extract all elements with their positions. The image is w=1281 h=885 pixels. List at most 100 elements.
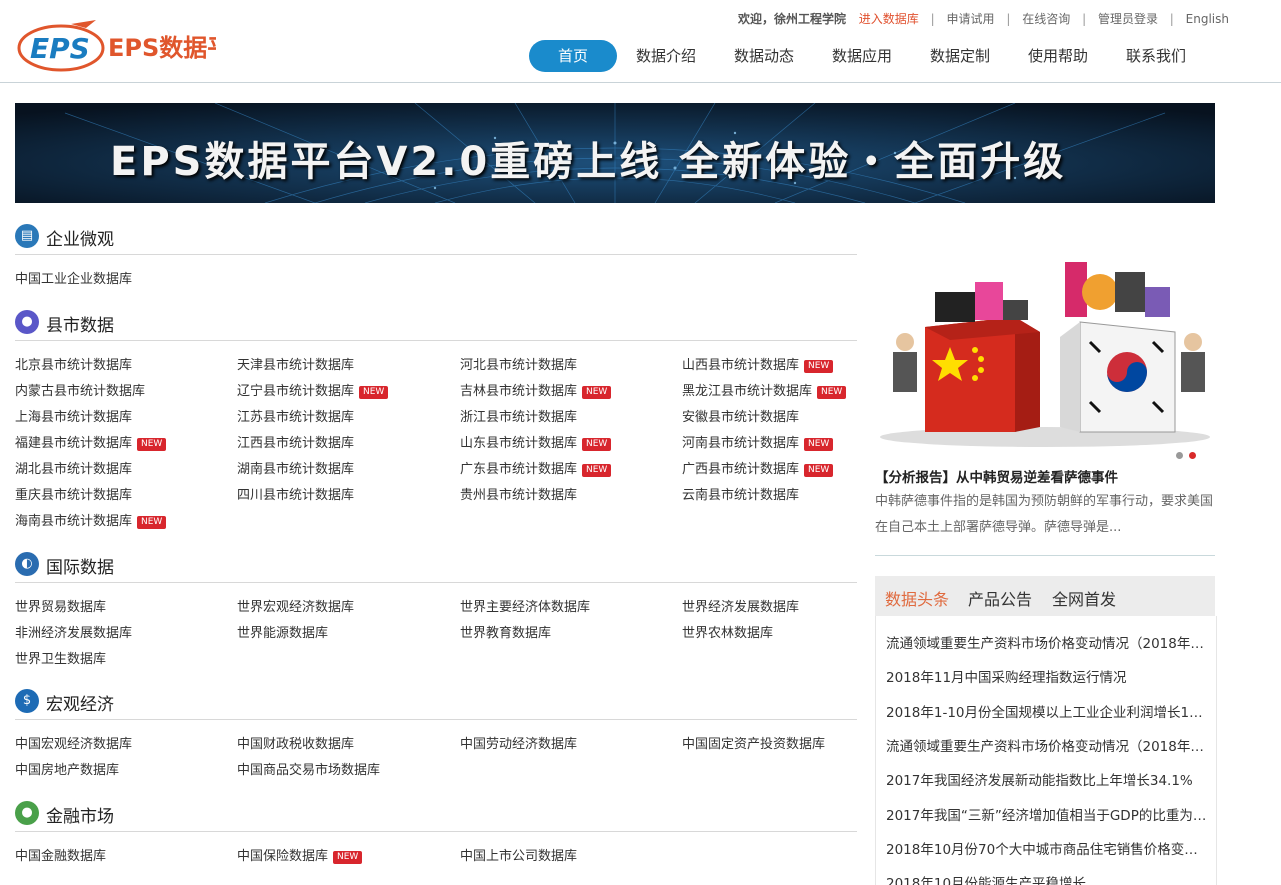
database-link[interactable]: 世界教育数据库 <box>460 622 551 641</box>
promo-banner[interactable]: EPS数据平台V2.0重磅上线 全新体验・全面升级 <box>15 103 1215 203</box>
database-link[interactable]: 中国房地产数据库 <box>15 759 119 778</box>
apply-trial-link[interactable]: 申请试用 <box>947 12 995 26</box>
database-link[interactable]: 世界经济发展数据库 <box>682 596 799 615</box>
section-4: ● 金融市场中国金融数据库 中国保险数据库 NEW 中国上市公司数据库 <box>15 801 857 864</box>
database-link[interactable]: 中国固定资产投资数据库 <box>682 733 825 752</box>
database-link[interactable]: 四川县市统计数据库 <box>237 484 354 503</box>
nav-data-news[interactable]: 数据动态 <box>715 40 813 72</box>
database-link[interactable]: 上海县市统计数据库 <box>15 406 132 425</box>
section-title: 金融市场 <box>46 807 114 827</box>
database-link[interactable]: 湖北县市统计数据库 <box>15 458 132 477</box>
database-link[interactable]: 世界宏观经济数据库 <box>237 596 354 615</box>
section-header: ◐ 国际数据 <box>15 552 857 583</box>
headline-item[interactable]: 2017年我国“三新”经济增加值相当于GDP的比重为16.3% <box>886 804 1211 824</box>
database-link[interactable]: 湖南县市统计数据库 <box>237 458 354 477</box>
database-link[interactable]: 山西县市统计数据库 NEW <box>682 354 834 373</box>
database-link[interactable]: 世界农林数据库 <box>682 622 773 641</box>
new-badge: NEW <box>137 438 167 451</box>
database-link[interactable]: 世界卫生数据库 <box>15 648 106 667</box>
carousel-dot[interactable] <box>1176 452 1183 459</box>
section-header: ● 金融市场 <box>15 801 857 832</box>
headline-item[interactable]: 2018年11月中国采购经理指数运行情况 <box>886 666 1211 686</box>
headline-item[interactable]: 流通领域重要生产资料市场价格变动情况（2018年11月上旬） <box>886 735 1211 755</box>
database-link[interactable]: 重庆县市统计数据库 <box>15 484 132 503</box>
database-link[interactable]: 中国金融数据库 <box>15 845 106 864</box>
database-link[interactable]: 中国商品交易市场数据库 <box>237 759 380 778</box>
section-title: 企业微观 <box>46 230 114 250</box>
nav-help[interactable]: 使用帮助 <box>1009 40 1107 72</box>
headline-item[interactable]: 2017年我国经济发展新动能指数比上年增长34.1% <box>886 769 1211 789</box>
tab-web-first-release[interactable]: 全网首发 <box>1052 586 1116 610</box>
database-link[interactable]: 内蒙古县市统计数据库 <box>15 380 145 399</box>
headline-item[interactable]: 2018年10月份70个大中城市商品住宅销售价格变动情况 <box>886 838 1211 858</box>
database-link[interactable]: 海南县市统计数据库 NEW <box>15 510 167 529</box>
top-links: 欢迎，徐州工程学院 进入数据库 | 申请试用 | 在线咨询 | 管理员登录 | … <box>738 10 1229 27</box>
database-link[interactable]: 中国上市公司数据库 <box>460 845 577 864</box>
database-link[interactable]: 非洲经济发展数据库 <box>15 622 132 641</box>
online-consult-link[interactable]: 在线咨询 <box>1022 12 1070 26</box>
tab-product-notices[interactable]: 产品公告 <box>968 586 1032 610</box>
carousel-dot-active[interactable] <box>1189 452 1196 459</box>
database-link[interactable]: 世界贸易数据库 <box>15 596 106 615</box>
divider: | <box>1082 12 1087 26</box>
news-tabs: 数据头条 产品公告 全网首发 <box>875 576 1215 616</box>
database-link[interactable]: 中国保险数据库 NEW <box>237 845 363 864</box>
database-link[interactable]: 天津县市统计数据库 <box>237 354 354 373</box>
database-link[interactable]: 北京县市统计数据库 <box>15 354 132 373</box>
database-link-label: 江苏县市统计数据库 <box>237 410 355 425</box>
section-title: 国际数据 <box>46 558 114 578</box>
database-link[interactable]: 江苏县市统计数据库 <box>237 406 354 425</box>
globe-icon: ◐ <box>15 552 39 576</box>
database-link[interactable]: 黑龙江县市统计数据库 NEW <box>682 380 847 399</box>
divider: | <box>1006 12 1011 26</box>
database-link-label: 天津县市统计数据库 <box>237 358 355 373</box>
headline-item[interactable]: 2018年10月份能源生产平稳增长 <box>886 872 1211 885</box>
nav-data-custom[interactable]: 数据定制 <box>911 40 1009 72</box>
database-link[interactable]: 山东县市统计数据库 NEW <box>460 432 612 451</box>
database-link[interactable]: 江西县市统计数据库 <box>237 432 354 451</box>
headline-item[interactable]: 流通领域重要生产资料市场价格变动情况（2018年11月中旬） <box>886 632 1211 652</box>
database-link[interactable]: 福建县市统计数据库 NEW <box>15 432 167 451</box>
news-carousel-image[interactable] <box>875 222 1215 460</box>
headline-item[interactable]: 2018年1-10月份全国规模以上工业企业利润增长13.6% <box>886 701 1211 721</box>
news-title[interactable]: 【分析报告】从中韩贸易逆差看萨德事件 <box>875 466 1118 486</box>
database-link[interactable]: 浙江县市统计数据库 <box>460 406 577 425</box>
admin-login-link[interactable]: 管理员登录 <box>1098 12 1158 26</box>
nav-contact[interactable]: 联系我们 <box>1107 40 1205 72</box>
database-link[interactable]: 中国劳动经济数据库 <box>460 733 577 752</box>
new-badge: NEW <box>582 386 612 399</box>
database-link[interactable]: 河南县市统计数据库 NEW <box>682 432 834 451</box>
database-link[interactable]: 中国宏观经济数据库 <box>15 733 132 752</box>
database-link[interactable]: 世界主要经济体数据库 <box>460 596 590 615</box>
nav-data-apps[interactable]: 数据应用 <box>813 40 911 72</box>
database-link-label: 云南县市统计数据库 <box>682 488 800 503</box>
database-link[interactable]: 广西县市统计数据库 NEW <box>682 458 834 477</box>
database-link[interactable]: 河北县市统计数据库 <box>460 354 577 373</box>
eps-logo[interactable]: EPS EPS数据平台 <box>16 18 216 76</box>
database-link[interactable]: 贵州县市统计数据库 <box>460 484 577 503</box>
database-link-label: 四川县市统计数据库 <box>237 488 355 503</box>
database-link[interactable]: 世界能源数据库 <box>237 622 328 641</box>
database-link[interactable]: 中国工业企业数据库 <box>15 268 132 287</box>
database-link-label: 世界能源数据库 <box>237 626 329 641</box>
database-link-label: 中国宏观经济数据库 <box>15 737 133 752</box>
database-link[interactable]: 吉林县市统计数据库 NEW <box>460 380 612 399</box>
database-link[interactable]: 安徽县市统计数据库 <box>682 406 799 425</box>
database-link-label: 中国上市公司数据库 <box>460 849 578 864</box>
enter-database-link[interactable]: 进入数据库 <box>859 12 919 26</box>
section-0: ▤ 企业微观 中国工业企业数据库 <box>15 224 857 287</box>
english-link[interactable]: English <box>1186 12 1229 26</box>
carousel-dots <box>1176 444 1202 463</box>
database-link[interactable]: 广东县市统计数据库 NEW <box>460 458 612 477</box>
tab-data-headlines[interactable]: 数据头条 <box>885 586 949 610</box>
database-link-label: 中国金融数据库 <box>15 849 107 864</box>
database-link-label: 世界卫生数据库 <box>15 652 107 667</box>
database-link-label: 辽宁县市统计数据库 <box>237 384 355 399</box>
database-link[interactable]: 中国财政税收数据库 <box>237 733 354 752</box>
nav-home[interactable]: 首页 <box>529 40 617 72</box>
nav-data-intro[interactable]: 数据介绍 <box>617 40 715 72</box>
database-link-label: 中国固定资产投资数据库 <box>682 737 826 752</box>
database-link[interactable]: 辽宁县市统计数据库 NEW <box>237 380 389 399</box>
news-description: 中韩萨德事件指的是韩国为预防朝鲜的军事行动，要求美国在自己本土上部署萨德导弹。萨… <box>875 494 1214 535</box>
database-link[interactable]: 云南县市统计数据库 <box>682 484 799 503</box>
